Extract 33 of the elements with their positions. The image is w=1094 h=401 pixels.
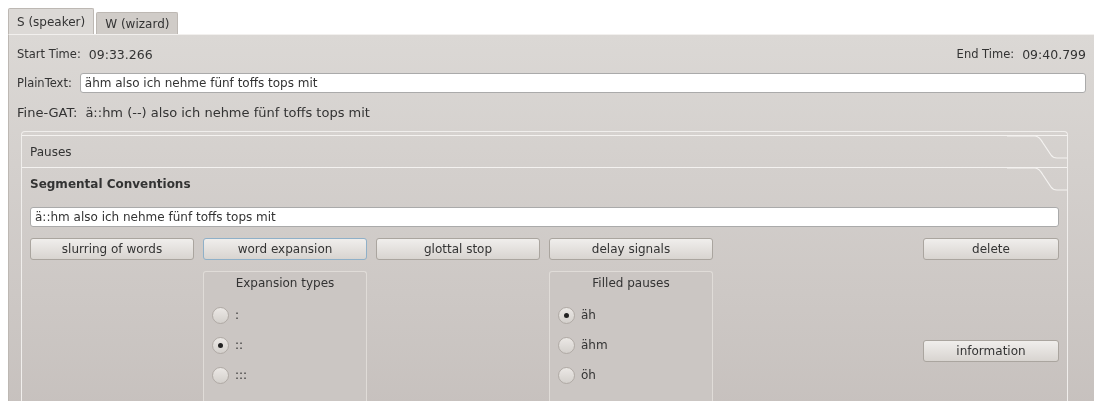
option-label: ::: bbox=[235, 368, 248, 382]
fine-gat-label: Fine-GAT: bbox=[17, 104, 78, 120]
radio-button[interactable] bbox=[558, 366, 575, 384]
fine-gat-value: ä::hm (--) also ich nehme fünf toffs tops mit bbox=[85, 104, 370, 120]
convention-button[interactable]: slurring of words bbox=[30, 238, 194, 260]
convention-button[interactable]: word expansion bbox=[203, 238, 367, 260]
plaintext-label: PlainText: bbox=[17, 76, 72, 90]
section-header[interactable]: Segmental Conventions bbox=[22, 167, 1067, 199]
radio-button[interactable] bbox=[212, 366, 229, 384]
plaintext-field[interactable]: ähm also ich nehme fünf toffs tops mit bbox=[79, 73, 1086, 93]
tab[interactable]: W (wizard) bbox=[96, 12, 179, 34]
start-time-label: Start Time: bbox=[17, 47, 81, 61]
option-label: öh bbox=[581, 368, 596, 382]
radio-button[interactable] bbox=[212, 336, 229, 354]
group-title: Expansion types bbox=[235, 276, 335, 290]
start-time-value: 09:33.266 bbox=[88, 46, 153, 62]
delete-button[interactable]: delete bbox=[923, 238, 1059, 260]
end-time-label: End Time: bbox=[956, 47, 1015, 61]
option-label: : bbox=[235, 308, 240, 322]
radio-button[interactable] bbox=[558, 336, 575, 354]
option-label: ähm bbox=[581, 338, 608, 352]
information-button[interactable]: information bbox=[923, 340, 1059, 362]
end-time-value: 09:40.799 bbox=[1022, 46, 1086, 62]
section-header[interactable]: Pauses bbox=[22, 135, 1067, 167]
convention-button[interactable]: delay signals bbox=[549, 238, 713, 260]
option-label: :: bbox=[235, 338, 244, 352]
convention-button[interactable]: glottal stop bbox=[376, 238, 540, 260]
segment-editor-field[interactable]: ä::hm also ich nehme fünf toffs tops mit bbox=[30, 207, 1059, 227]
tab[interactable]: S (speaker) bbox=[8, 8, 95, 34]
radio-button[interactable] bbox=[212, 306, 229, 324]
group-title: Filled pauses bbox=[592, 276, 670, 290]
option-label: äh bbox=[581, 308, 596, 322]
radio-button[interactable] bbox=[558, 306, 575, 324]
